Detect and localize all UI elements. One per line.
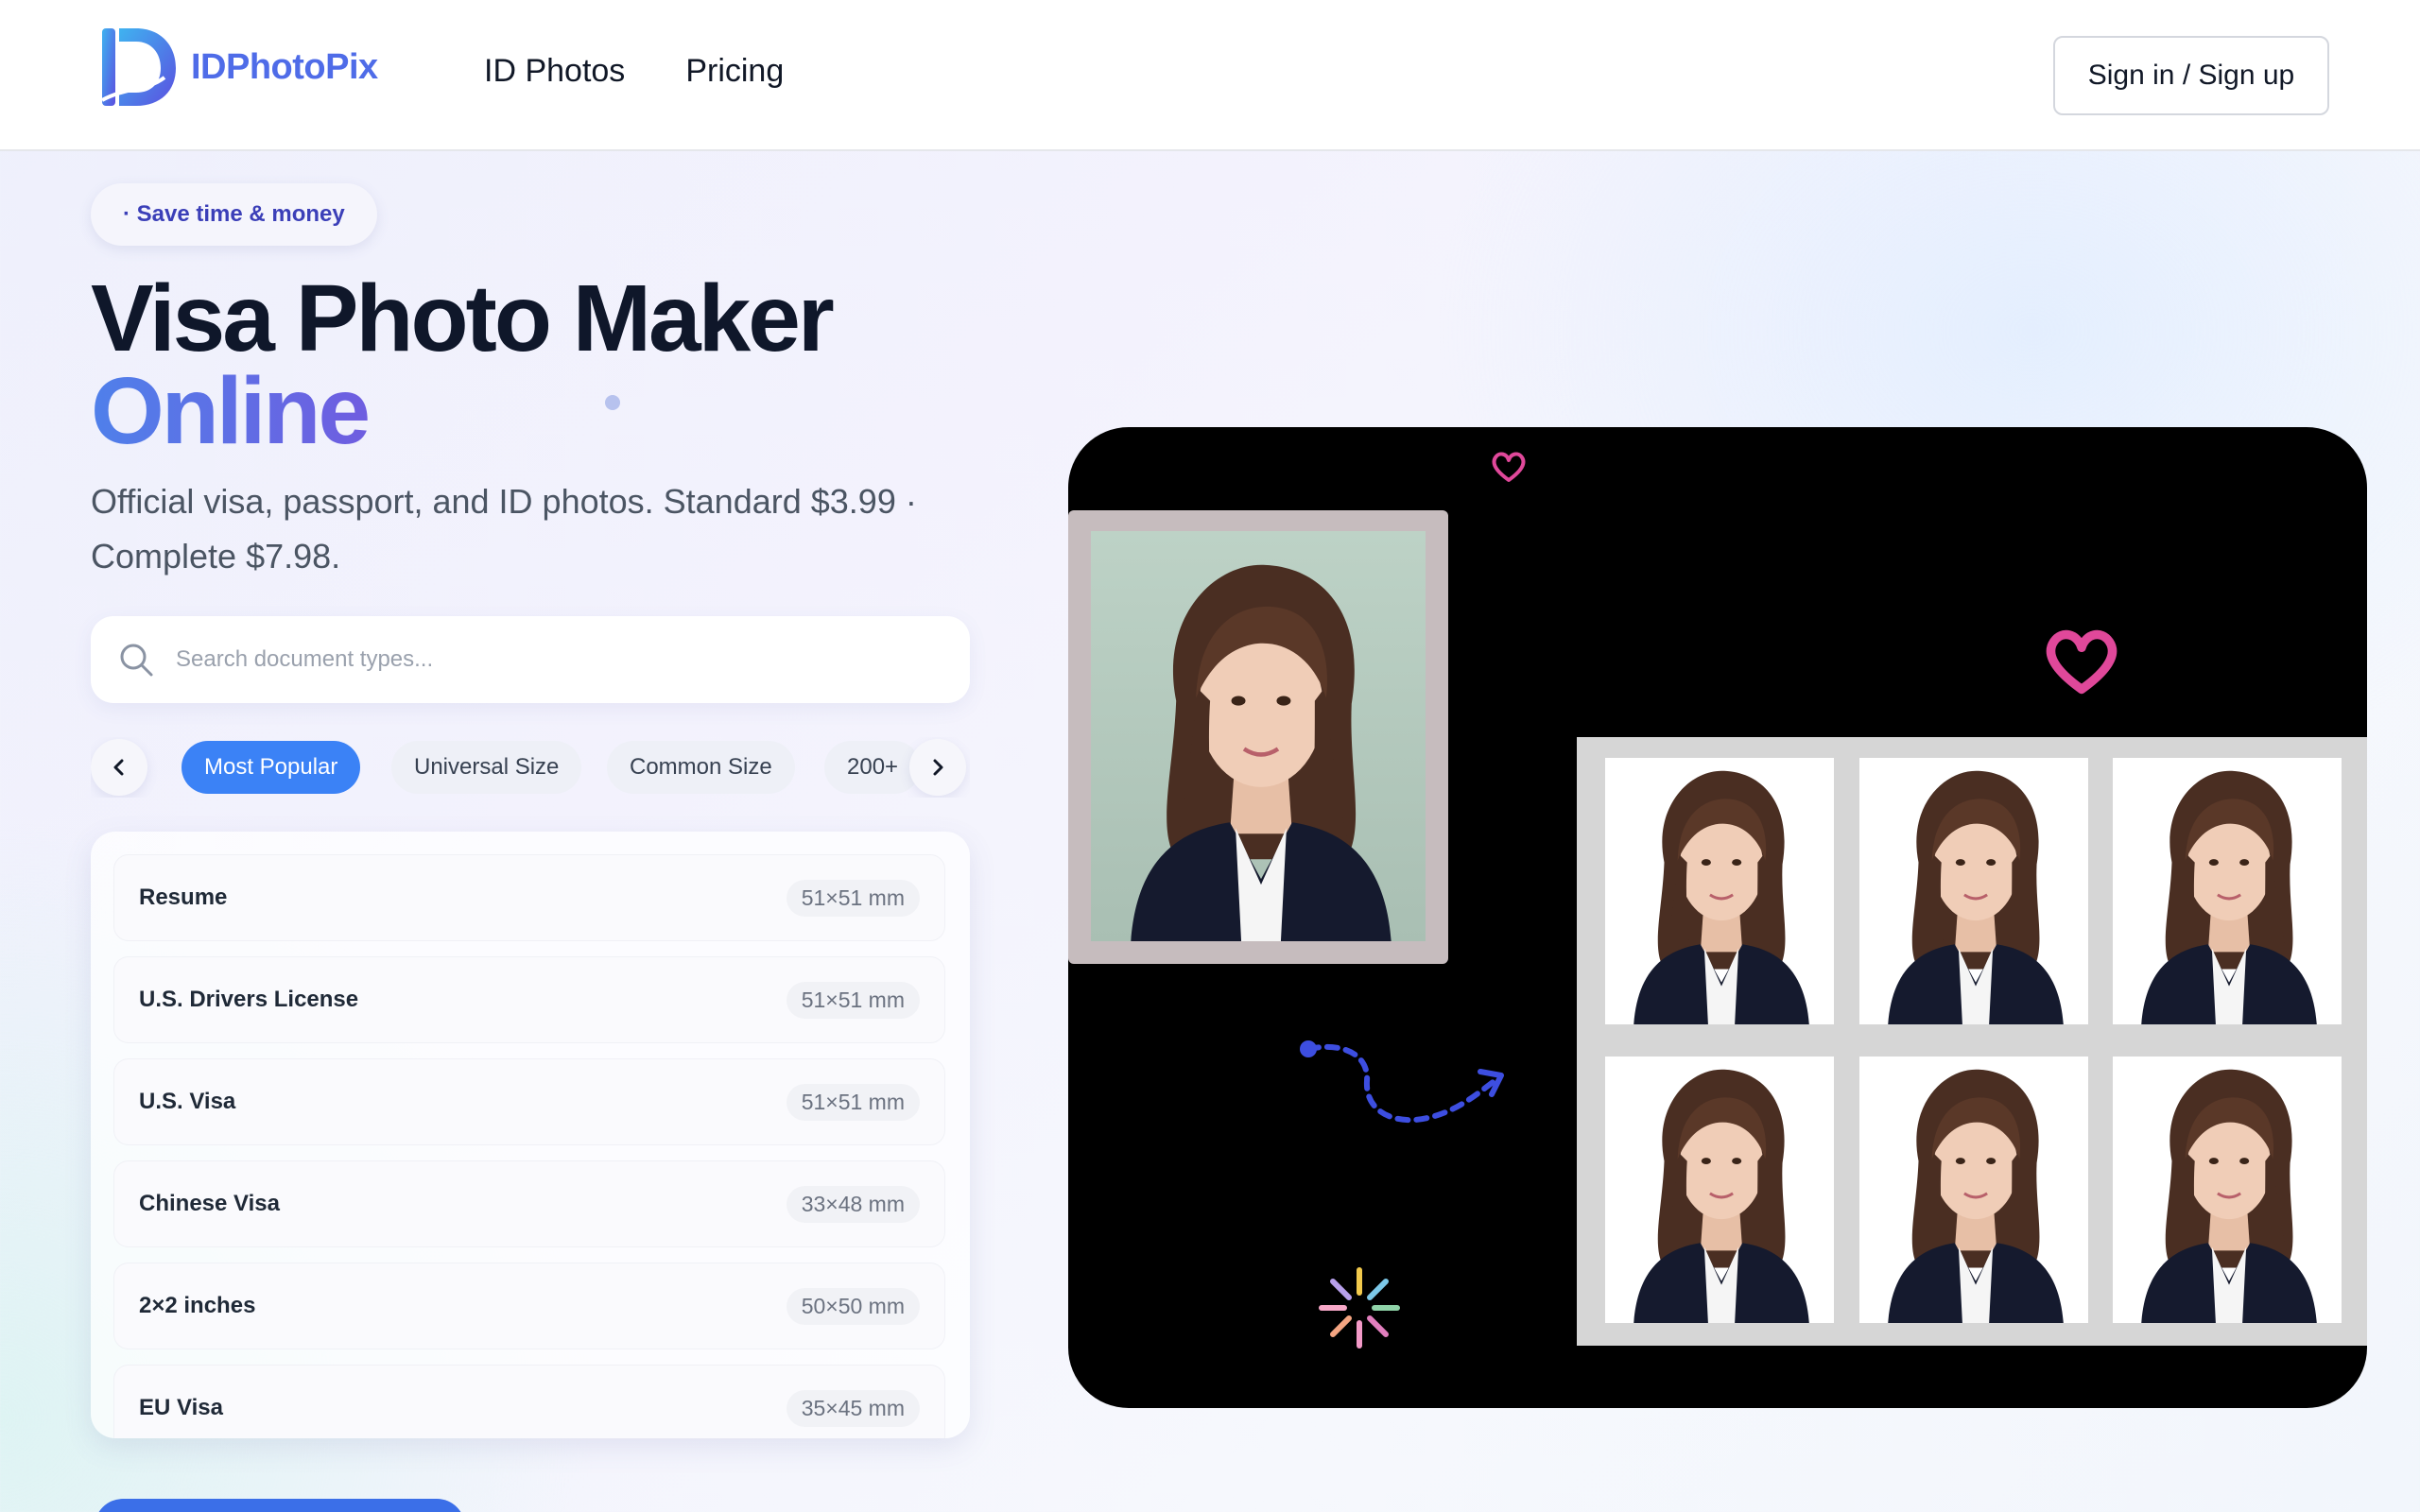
nav-id-photos[interactable]: ID Photos [484,53,625,90]
photo-print-sheet [1577,737,2367,1346]
document-size: 33×48 mm [786,1185,920,1223]
document-type-list: Resume 51×51 mm U.S. Drivers License 51×… [91,832,970,1438]
decorative-dot [605,395,620,410]
list-item[interactable]: U.S. Drivers License 51×51 mm [113,956,945,1043]
search-bar[interactable] [91,616,970,703]
sign-in-button[interactable]: Sign in / Sign up [2053,36,2329,115]
nav-pricing[interactable]: Pricing [685,53,784,90]
page-title-highlight: Online [91,358,371,464]
hero-illustration [1068,427,2367,1408]
document-name: EU Visa [139,1395,223,1420]
document-size: 51×51 mm [786,879,920,917]
document-name: U.S. Drivers License [139,987,359,1012]
print-photo [1859,1057,2088,1323]
page-subtitle: Official visa, passport, and ID photos. … [91,482,917,576]
sparkle-burst-icon [1319,1267,1400,1349]
cta-button-partial[interactable] [95,1499,465,1512]
document-size: 35×45 mm [786,1389,920,1427]
main-nav: ID Photos Pricing [484,53,784,90]
tab-200-plus[interactable]: 200+ [824,741,922,794]
promo-badge: · Save time & money [91,183,377,246]
tab-common-size[interactable]: Common Size [607,741,795,794]
search-input[interactable] [176,646,894,673]
document-name: Resume [139,885,228,910]
tabs-next-button[interactable] [909,739,966,796]
list-item[interactable]: Chinese Visa 33×48 mm [113,1160,945,1247]
brand-name: IDPhotoPix [191,46,378,87]
chevron-right-icon [933,759,943,776]
heart-icon [1492,452,1526,482]
print-photo [2113,1057,2342,1323]
print-photo [1859,758,2088,1024]
tab-most-popular[interactable]: Most Popular [182,741,361,794]
document-name: U.S. Visa [139,1089,236,1114]
document-size: 50×50 mm [786,1287,920,1325]
chevron-left-icon [113,759,124,776]
tabs-prev-button[interactable] [91,739,147,796]
logo-mark-icon [101,28,176,106]
category-tabs: Most Popular Universal Size Common Size … [91,737,970,798]
heart-icon [2046,629,2118,695]
list-item[interactable]: EU Visa 35×45 mm [113,1365,945,1438]
site-header: IDPhotoPix ID Photos Pricing Sign in / S… [0,0,2420,151]
search-icon [120,644,153,677]
brand-logo[interactable]: IDPhotoPix [98,25,378,110]
document-name: Chinese Visa [139,1191,280,1216]
list-item[interactable]: 2×2 inches 50×50 mm [113,1263,945,1349]
document-size: 51×51 mm [786,981,920,1019]
source-photo [1091,531,1426,941]
print-photo [1605,758,1834,1024]
tab-universal-size[interactable]: Universal Size [391,741,582,794]
dashed-arrow-icon [1300,1040,1504,1124]
document-size: 51×51 mm [786,1083,920,1121]
list-item[interactable]: Resume 51×51 mm [113,854,945,941]
print-photo [2113,758,2342,1024]
document-name: 2×2 inches [139,1293,256,1318]
print-photo [1605,1057,1834,1323]
list-item[interactable]: U.S. Visa 51×51 mm [113,1058,945,1145]
page-title: Visa Photo Maker [91,266,835,371]
source-photo-frame [1068,510,1448,964]
